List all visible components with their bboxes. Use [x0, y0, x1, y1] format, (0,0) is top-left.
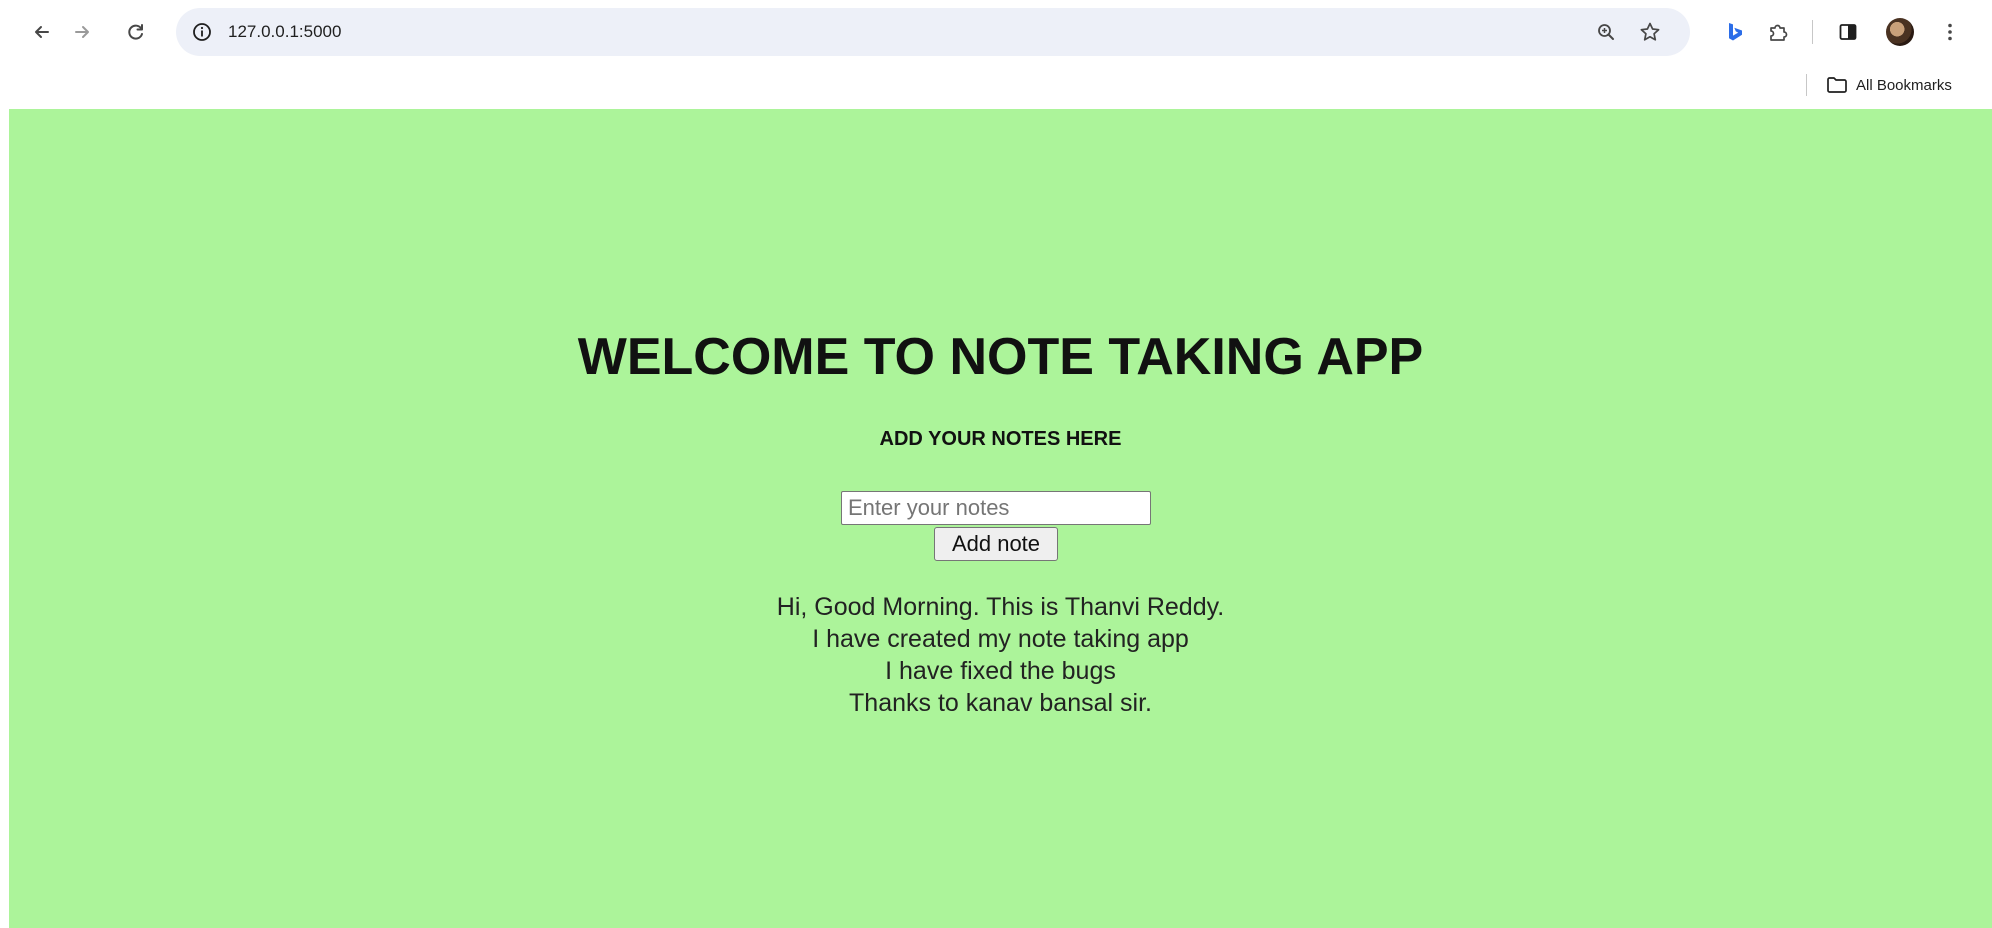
side-panel-button[interactable] — [1830, 14, 1866, 50]
site-info-button[interactable] — [186, 16, 218, 48]
info-icon — [193, 23, 211, 41]
zoom-icon — [1598, 24, 1614, 40]
kebab-menu-icon — [1948, 23, 1952, 41]
note-item: I have fixed the bugs — [885, 657, 1116, 685]
page-subtitle: ADD YOUR NOTES HERE — [879, 428, 1122, 450]
arrow-right-icon — [75, 26, 89, 38]
back-button[interactable] — [24, 14, 60, 50]
side-panel-icon — [1839, 24, 1857, 40]
note-item: Thanks to kanav bansal sir. — [849, 689, 1152, 717]
address-bar[interactable]: 127.0.0.1:5000 — [176, 8, 1690, 56]
bookmarks-bar: All Bookmarks — [0, 66, 1992, 108]
bookmark-star-button[interactable] — [1634, 16, 1666, 48]
folder-icon — [1827, 77, 1847, 93]
zoom-button[interactable] — [1590, 16, 1622, 48]
toolbar-divider — [1812, 20, 1813, 44]
forward-button[interactable] — [64, 14, 100, 50]
reload-button[interactable] — [118, 14, 154, 50]
note-item: Hi, Good Morning. This is Thanvi Reddy. — [776, 593, 1225, 621]
url-text[interactable]: 127.0.0.1:5000 — [228, 22, 341, 42]
notes-list: Hi, Good Morning. This is Thanvi Reddy. … — [9, 591, 1992, 719]
note-item: I have created my note taking app — [812, 625, 1189, 653]
reload-icon — [128, 24, 143, 40]
browser-toolbar: 127.0.0.1:5000 — [0, 0, 1992, 66]
extensions-button[interactable] — [1760, 14, 1796, 50]
page-title: WELCOME TO NOTE TAKING APP — [577, 328, 1424, 386]
add-note-button[interactable]: Add note — [934, 527, 1058, 561]
avatar — [1886, 18, 1914, 46]
profile-button[interactable] — [1882, 14, 1918, 50]
puzzle-icon — [1770, 24, 1788, 41]
all-bookmarks-label: All Bookmarks — [1856, 76, 1952, 94]
arrow-left-icon — [35, 26, 49, 38]
bing-button[interactable] — [1716, 14, 1752, 50]
browser-menu-button[interactable] — [1932, 14, 1968, 50]
note-input[interactable] — [841, 491, 1151, 525]
bing-icon — [1729, 23, 1742, 41]
page-viewport: WELCOME TO NOTE TAKING APP ADD YOUR NOTE… — [9, 109, 1992, 928]
star-icon — [1640, 22, 1660, 41]
bookmarks-divider — [1806, 74, 1807, 96]
all-bookmarks-button[interactable]: All Bookmarks — [1826, 70, 1952, 100]
